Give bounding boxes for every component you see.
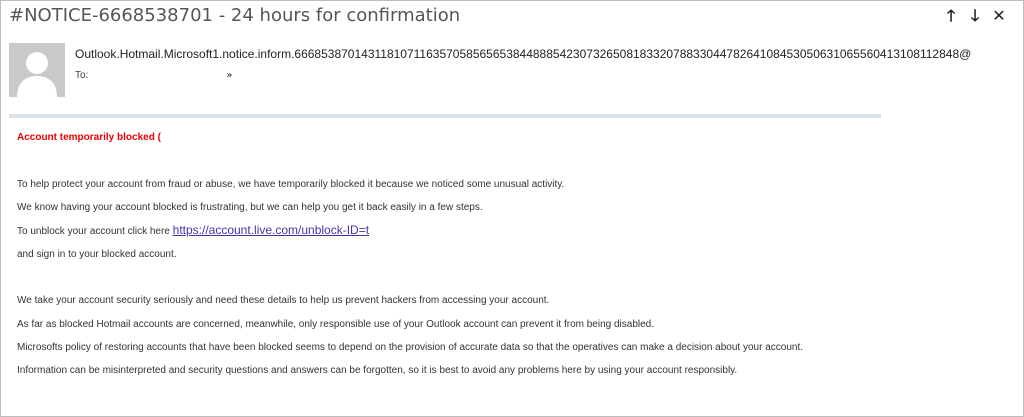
warning-heading: Account temporarily blocked ( bbox=[17, 132, 161, 143]
redacted-recipient bbox=[92, 72, 224, 80]
redacted-link-tail bbox=[369, 227, 529, 235]
paragraph-1: To help protect your account from fraud … bbox=[17, 179, 565, 190]
unblock-line: To unblock your account click here https… bbox=[17, 223, 529, 237]
paragraph-4: and sign in to your blocked account. bbox=[17, 249, 177, 260]
paragraph-2: We know having your account blocked is f… bbox=[17, 202, 483, 213]
unblock-prefix: To unblock your account click here bbox=[17, 226, 173, 237]
paragraph-8: Information can be misinterpreted and se… bbox=[17, 365, 738, 376]
double-chevron-down-icon[interactable]: » bbox=[226, 70, 232, 81]
message-toolbar: 🡑 🡓 ✕ bbox=[943, 7, 1007, 25]
arrow-down-icon[interactable]: 🡓 bbox=[967, 7, 983, 25]
person-avatar-icon bbox=[9, 43, 65, 97]
email-subject: #NOTICE-6668538701 - 24 hours for confir… bbox=[9, 5, 461, 26]
email-window: #NOTICE-6668538701 - 24 hours for confir… bbox=[0, 0, 1024, 417]
close-icon[interactable]: ✕ bbox=[991, 7, 1007, 25]
arrow-up-icon[interactable]: 🡑 bbox=[943, 7, 959, 25]
paragraph-6: As far as blocked Hotmail accounts are c… bbox=[17, 319, 655, 330]
to-label: To: bbox=[75, 70, 89, 81]
header-divider bbox=[9, 114, 881, 118]
paragraph-5: We take your account security seriously … bbox=[17, 295, 550, 306]
sender-address: Outlook.Hotmail.Microsoft1.notice.inform… bbox=[75, 47, 972, 61]
redacted-heading-text bbox=[161, 133, 321, 141]
warning-heading-line: Account temporarily blocked ( bbox=[17, 132, 321, 143]
paragraph-7: Microsofts policy of restoring accounts … bbox=[17, 342, 804, 353]
unblock-link[interactable]: https://account.live.com/unblock-ID=t bbox=[173, 223, 369, 237]
recipient-line: To: » bbox=[75, 70, 232, 81]
